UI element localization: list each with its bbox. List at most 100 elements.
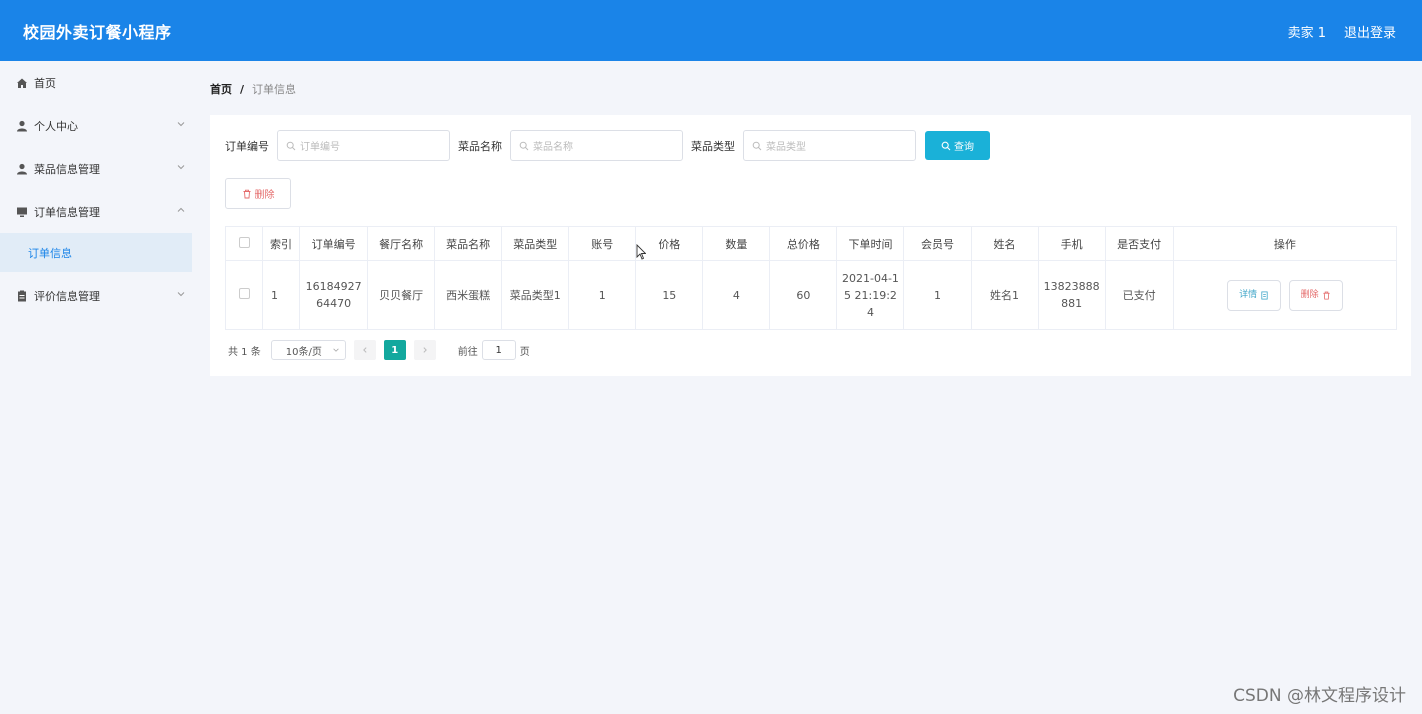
batch-delete-button[interactable]: 删除: [225, 178, 291, 209]
chevron-down-icon: [333, 348, 339, 352]
batch-delete-label: 删除: [254, 190, 275, 201]
detail-button[interactable]: 详情: [1227, 279, 1282, 311]
dish-name-input[interactable]: 菜品名称: [510, 130, 683, 161]
column-header[interactable]: 是否支付: [1104, 226, 1174, 261]
select-all-checkbox[interactable]: [238, 236, 250, 248]
dish-type-label: 菜品类型: [691, 139, 735, 153]
column-header[interactable]: 账号: [568, 226, 637, 261]
dish-type-input[interactable]: 菜品类型: [743, 130, 916, 161]
chevron-left-icon: [362, 347, 367, 353]
header-actions: 卖家 1 退出登录: [1288, 22, 1396, 41]
search-icon: [941, 141, 951, 150]
column-header: 操作: [1172, 226, 1398, 261]
chevron-right-icon: [423, 347, 427, 353]
cell-account: 1: [568, 260, 637, 330]
select-all-cell[interactable]: [224, 226, 264, 261]
cell-name: 姓名1: [970, 260, 1039, 330]
search-icon: [286, 141, 296, 150]
user-icon: [16, 120, 28, 132]
mouse-cursor-icon: [636, 244, 646, 260]
monitor-icon: [16, 206, 28, 218]
cell-order-no: 1618492764470: [299, 260, 369, 330]
table-row[interactable]: 1 1618492764470 贝贝餐厅 西米蛋糕 菜品类型1 1 15 4 6…: [224, 260, 1398, 330]
query-button[interactable]: 查询: [925, 131, 990, 160]
cell-phone: 13823888881: [1037, 260, 1106, 330]
page-size-select[interactable]: 10条/页: [270, 340, 346, 360]
sidebar-item-label: 个人中心: [34, 119, 78, 133]
column-header[interactable]: 索引: [262, 226, 301, 261]
breadcrumb-current: 订单信息: [252, 83, 297, 96]
order-no-placeholder: 订单编号: [300, 142, 340, 153]
row-delete-button[interactable]: 删除: [1288, 279, 1343, 311]
sidebar-item-label: 菜品信息管理: [34, 162, 100, 176]
row-delete-label: 删除: [1300, 289, 1319, 300]
detail-button-label: 详情: [1239, 289, 1258, 300]
sidebar: 首页 个人中心 菜品信息管理 订单信息管理 订单信息 评价信息管理: [0, 61, 192, 714]
dish-name-label: 菜品名称: [458, 139, 502, 153]
chevron-up-icon: [177, 207, 185, 212]
orders-table: 索引 订单编号 餐厅名称 菜品名称 菜品类型 账号 价格 数量 总价格 下单时间…: [224, 226, 1398, 330]
next-page-button[interactable]: [413, 340, 436, 360]
cell-dish-type: 菜品类型1: [501, 260, 570, 330]
sidebar-item-dish-management[interactable]: 菜品信息管理: [0, 147, 192, 190]
pagination: 共 1 条 10条/页 1 前往 1 页: [228, 340, 530, 360]
order-no-label: 订单编号: [225, 139, 269, 153]
chevron-down-icon: [177, 122, 185, 127]
row-checkbox[interactable]: [238, 287, 250, 299]
query-button-label: 查询: [954, 142, 974, 153]
document-icon: [1261, 290, 1268, 300]
clipboard-icon: [16, 290, 28, 302]
column-header[interactable]: 餐厅名称: [367, 226, 436, 261]
app-title: 校园外卖订餐小程序: [23, 23, 172, 42]
column-header[interactable]: 下单时间: [836, 226, 905, 261]
user-icon: [16, 163, 28, 175]
sidebar-item-review-management[interactable]: 评价信息管理: [0, 274, 192, 317]
sidebar-item-label: 评价信息管理: [34, 289, 100, 303]
cell-total: 60: [769, 260, 838, 330]
goto-suffix: 页: [519, 346, 530, 358]
column-header[interactable]: 数量: [702, 226, 771, 261]
column-header[interactable]: 订单编号: [299, 226, 369, 261]
cell-actions: 详情 删除: [1172, 260, 1398, 330]
main-panel: 订单编号 订单编号 菜品名称 菜品名称 菜品类型 菜品类型 查询 删除 索引 订…: [210, 115, 1411, 376]
sidebar-item-home[interactable]: 首页: [0, 61, 192, 104]
sidebar-item-label: 首页: [34, 76, 56, 90]
order-no-input[interactable]: 订单编号: [277, 130, 450, 161]
column-header[interactable]: 手机: [1037, 226, 1106, 261]
search-icon: [752, 141, 762, 150]
search-icon: [519, 141, 529, 150]
goto-page-input[interactable]: 1: [481, 340, 516, 360]
prev-page-button[interactable]: [353, 340, 376, 360]
cell-dish-name: 西米蛋糕: [434, 260, 503, 330]
sidebar-subitem-order-info[interactable]: 订单信息: [0, 233, 192, 272]
cell-index: 1: [262, 260, 301, 330]
sidebar-item-order-management[interactable]: 订单信息管理: [0, 190, 192, 233]
watermark: CSDN @林文程序设计: [1233, 686, 1406, 706]
logout-link[interactable]: 退出登录: [1344, 22, 1396, 41]
search-form: 订单编号 订单编号 菜品名称 菜品名称 菜品类型 菜品类型 查询: [225, 130, 990, 161]
breadcrumb-home[interactable]: 首页: [210, 81, 232, 97]
breadcrumb-separator: /: [240, 82, 245, 96]
cell-quantity: 4: [702, 260, 771, 330]
column-header[interactable]: 菜品名称: [434, 226, 503, 261]
chevron-down-icon: [177, 292, 185, 297]
dish-name-placeholder: 菜品名称: [533, 142, 573, 153]
cell-restaurant: 贝贝餐厅: [367, 260, 436, 330]
column-header[interactable]: 总价格: [769, 226, 838, 261]
column-header[interactable]: 姓名: [970, 226, 1039, 261]
current-page-button[interactable]: 1: [383, 340, 406, 360]
cell-paid: 已支付: [1104, 260, 1174, 330]
top-header: 校园外卖订餐小程序 卖家 1 退出登录: [0, 0, 1422, 61]
column-header[interactable]: 菜品类型: [501, 226, 570, 261]
breadcrumb: 首页 / 订单信息: [210, 81, 296, 97]
table-header-row: 索引 订单编号 餐厅名称 菜品名称 菜品类型 账号 价格 数量 总价格 下单时间…: [224, 226, 1398, 261]
total-count: 共 1 条: [228, 346, 261, 358]
chevron-down-icon: [177, 165, 185, 170]
row-select-cell[interactable]: [224, 260, 264, 330]
cell-order-time: 2021-04-15 21:19:24: [836, 260, 905, 330]
column-header[interactable]: 会员号: [903, 226, 972, 261]
sidebar-item-personal-center[interactable]: 个人中心: [0, 104, 192, 147]
cell-price: 15: [635, 260, 704, 330]
sidebar-item-label: 订单信息管理: [34, 205, 100, 219]
current-user[interactable]: 卖家 1: [1288, 22, 1326, 41]
